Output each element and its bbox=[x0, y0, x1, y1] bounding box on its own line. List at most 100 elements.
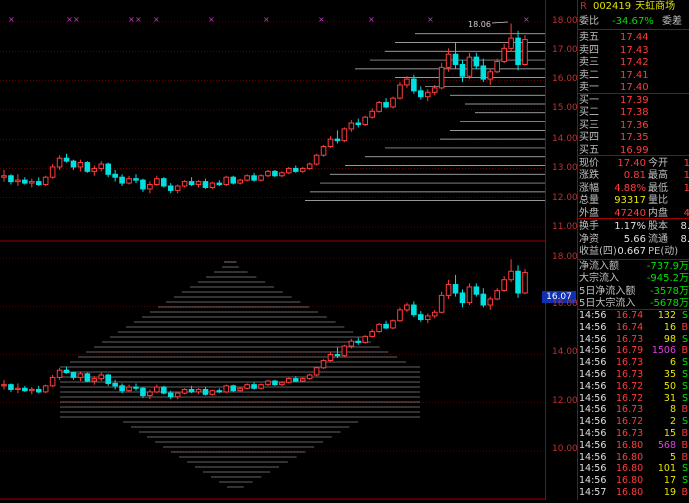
candle-body bbox=[174, 185, 181, 191]
candle-body bbox=[251, 175, 257, 181]
candle-body bbox=[188, 388, 195, 393]
tick-row[interactable]: 14:56 16.72 2 S bbox=[578, 416, 689, 428]
event-marker: × bbox=[135, 15, 142, 24]
candle-body bbox=[154, 178, 160, 186]
axis-top-tick: 14.00 bbox=[552, 134, 578, 144]
tick-side: B bbox=[681, 428, 688, 439]
tick-time: 14:56 bbox=[579, 392, 607, 404]
axis-bottom-tick: 16.00 bbox=[552, 299, 578, 309]
axis-bottom-tick: 18.00 bbox=[552, 252, 578, 262]
tick-row[interactable]: 14:57 16.80 19 B bbox=[578, 487, 689, 499]
candle-body bbox=[341, 345, 348, 357]
candle-body bbox=[112, 382, 118, 387]
fundamental-value: 0.667 bbox=[617, 246, 646, 258]
candle-body bbox=[230, 176, 237, 184]
tick-volume: 35 bbox=[663, 369, 676, 380]
candle-body bbox=[35, 181, 42, 186]
candle-body bbox=[49, 166, 56, 178]
candle-body bbox=[452, 284, 459, 294]
candle-body bbox=[15, 387, 21, 390]
kline-chart-area[interactable]: × × × × × × × × × × × × 18.06 bbox=[0, 0, 545, 500]
candle-body bbox=[126, 386, 132, 392]
candle-body bbox=[84, 373, 91, 382]
candle-body bbox=[522, 271, 528, 294]
candle-body bbox=[22, 179, 28, 184]
commission-ratio-value: -34.67% bbox=[612, 16, 654, 27]
candle-body bbox=[362, 116, 369, 126]
axis-top-tick: 17.00 bbox=[552, 45, 578, 55]
tick-volume: 15 bbox=[663, 428, 676, 439]
candle-body bbox=[112, 173, 118, 178]
tick-row[interactable]: 14:56 16.74 16 B bbox=[578, 322, 689, 334]
tick-time: 14:56 bbox=[579, 428, 607, 439]
tick-row[interactable]: 14:56 16.74 132 S bbox=[578, 310, 689, 322]
tick-volume: 31 bbox=[663, 392, 676, 404]
tick-time: 14:56 bbox=[579, 333, 607, 345]
candle-body bbox=[174, 392, 181, 398]
tick-price: 16.73 bbox=[616, 428, 644, 439]
commission-row: 委比 -34.67% 委差 bbox=[578, 14, 689, 29]
candle-body bbox=[508, 37, 514, 49]
candle-body bbox=[216, 390, 223, 393]
event-marker: × bbox=[368, 15, 375, 24]
tick-row[interactable]: 14:56 16.73 6 S bbox=[578, 357, 689, 369]
candle-body bbox=[299, 378, 306, 382]
candle-body bbox=[77, 162, 84, 168]
candle-body bbox=[56, 157, 63, 168]
candle-body bbox=[42, 176, 49, 186]
tick-row[interactable]: 14:56 16.73 8 B bbox=[578, 404, 689, 416]
tick-row[interactable]: 14:56 16.79 1506 B bbox=[578, 345, 689, 357]
candle-body bbox=[369, 331, 375, 337]
axis-top-tick: 13.00 bbox=[552, 163, 578, 173]
tick-row[interactable]: 14:56 16.72 31 S bbox=[578, 393, 689, 405]
candle-body bbox=[126, 178, 132, 184]
candle-body bbox=[119, 176, 125, 184]
tick-row[interactable]: 14:56 16.73 35 S bbox=[578, 369, 689, 381]
candle-body bbox=[376, 102, 382, 112]
tick-row[interactable]: 14:56 16.72 50 S bbox=[578, 381, 689, 393]
tick-price: 16.80 bbox=[616, 475, 644, 487]
candle-body bbox=[459, 292, 466, 304]
tick-price: 16.80 bbox=[616, 451, 644, 463]
event-marker: × bbox=[208, 15, 215, 24]
candle-body bbox=[223, 385, 230, 393]
candle-body bbox=[119, 385, 125, 392]
tick-row[interactable]: 14:56 16.80 568 B bbox=[578, 440, 689, 452]
tick-row[interactable]: 14:56 16.80 17 S bbox=[578, 475, 689, 487]
candle-body bbox=[438, 66, 445, 89]
tick-time: 14:56 bbox=[579, 380, 607, 392]
tick-side: B bbox=[681, 439, 688, 451]
tick-price: 16.80 bbox=[616, 439, 644, 451]
tick-time: 14:56 bbox=[579, 475, 607, 487]
candle-body bbox=[195, 388, 202, 393]
tick-price: 16.72 bbox=[616, 380, 644, 392]
tick-price: 16.73 bbox=[616, 369, 644, 380]
tick-row[interactable]: 14:56 16.80 101 S bbox=[578, 463, 689, 475]
candle-body bbox=[154, 386, 160, 393]
tick-row[interactable]: 14:56 16.73 15 B bbox=[578, 428, 689, 440]
candle-body bbox=[508, 270, 514, 281]
axis-top-tick: 15.00 bbox=[552, 103, 578, 113]
candlestick-chart[interactable]: × × × × × × × × × × × ×18.06 bbox=[0, 0, 545, 500]
tick-side: S bbox=[681, 416, 688, 428]
tick-volume: 17 bbox=[663, 475, 676, 487]
candle-body bbox=[133, 386, 139, 389]
tick-row[interactable]: 14:56 16.80 5 B bbox=[578, 452, 689, 464]
candle-body bbox=[292, 378, 299, 382]
tick-side: S bbox=[681, 475, 688, 487]
tick-time: 14:56 bbox=[579, 404, 607, 416]
tick-price: 16.73 bbox=[616, 333, 644, 345]
tick-volume: 19 bbox=[663, 487, 676, 498]
candle-body bbox=[480, 293, 487, 306]
candle-body bbox=[181, 388, 188, 394]
tick-row[interactable]: 14:56 16.73 98 S bbox=[578, 334, 689, 346]
candle-body bbox=[320, 360, 327, 369]
axis-top-tick: 11.00 bbox=[552, 222, 578, 232]
candle-body bbox=[286, 167, 292, 174]
candle-body bbox=[292, 167, 299, 172]
stock-header[interactable]: R 002419 天虹商场 bbox=[578, 0, 689, 13]
candle-body bbox=[355, 340, 362, 343]
event-marker: × bbox=[128, 15, 135, 24]
high-price-pointer bbox=[491, 21, 509, 24]
tick-volume: 6 bbox=[669, 357, 676, 369]
